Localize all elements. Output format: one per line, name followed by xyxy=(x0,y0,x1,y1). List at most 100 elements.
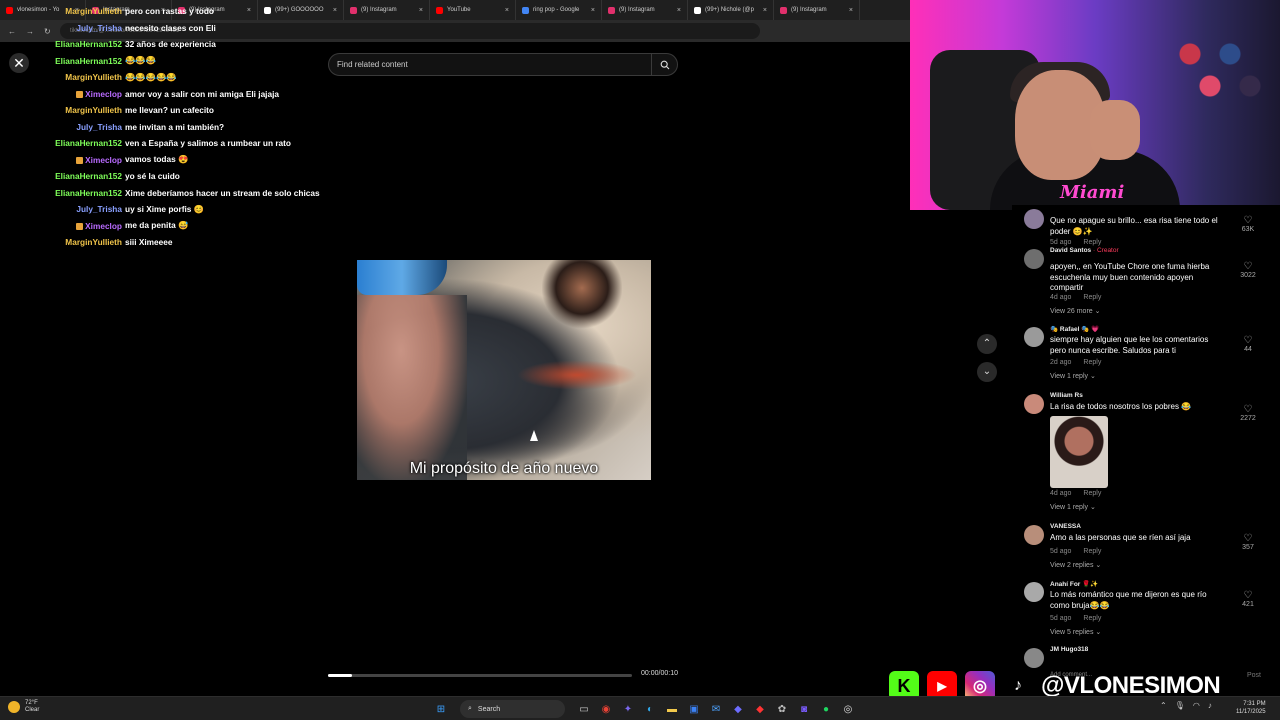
close-tab-icon[interactable]: × xyxy=(763,7,767,14)
chat-username[interactable]: ElianaHernan152 xyxy=(0,39,125,49)
comment-author[interactable]: VANESSA xyxy=(1050,523,1081,530)
search-input[interactable]: Find related content xyxy=(328,53,678,76)
chat-text: me llevan? un cafecito xyxy=(125,105,214,116)
avatar[interactable] xyxy=(1024,582,1044,602)
chat-username[interactable]: MarginYullieth xyxy=(0,105,125,115)
app-icon-3[interactable]: ◎ xyxy=(839,700,857,718)
chat-text: 32 años de experiencia xyxy=(125,39,216,50)
browser-tab[interactable]: (9) Instagram × xyxy=(602,0,688,20)
comment-author[interactable]: JM Hugo318 xyxy=(1050,646,1088,653)
view-replies-button[interactable]: View 26 more ⌄ xyxy=(1050,307,1100,315)
reply-button[interactable]: Reply xyxy=(1083,239,1101,246)
previous-video-button[interactable]: ⌃ xyxy=(977,334,997,354)
close-tab-icon[interactable]: × xyxy=(505,7,509,14)
comment-author[interactable]: David Santos · Creator xyxy=(1050,247,1119,254)
next-video-button[interactable]: ⌄ xyxy=(977,362,997,382)
chat-username[interactable]: MarginYullieth xyxy=(0,237,125,247)
chat-username[interactable]: ElianaHernan152 xyxy=(0,188,125,198)
copilot-icon[interactable]: ✦ xyxy=(619,700,637,718)
reply-button[interactable]: Reply xyxy=(1083,359,1101,366)
wifi-icon[interactable]: ◠ xyxy=(1193,701,1200,710)
browser-tab[interactable]: (99+) Nichole (@p × xyxy=(688,0,774,20)
avatar[interactable] xyxy=(1024,327,1044,347)
like-button[interactable]: ♡ 63K xyxy=(1240,215,1256,233)
mic-icon[interactable]: 🎙 xyxy=(1175,701,1185,710)
like-button[interactable]: ♡ 421 xyxy=(1240,590,1256,608)
chat-text: me da penita 😅 xyxy=(125,220,189,231)
avatar[interactable] xyxy=(1024,394,1044,414)
heart-icon: ♡ xyxy=(1243,404,1253,415)
comment-age: 4d ago xyxy=(1050,294,1072,301)
browser-tab[interactable]: ring pop - Google × xyxy=(516,0,602,20)
chat-username[interactable]: ElianaHernan152 xyxy=(0,56,125,66)
browser-tab[interactable]: YouTube × xyxy=(430,0,516,20)
chat-username[interactable]: MarginYullieth xyxy=(0,72,125,82)
video-progress-bar[interactable] xyxy=(328,674,632,677)
search-icon[interactable] xyxy=(651,54,677,75)
avatar[interactable] xyxy=(1024,209,1044,229)
close-tab-icon[interactable]: × xyxy=(591,7,595,14)
chat-username[interactable]: Ximeclop xyxy=(0,221,125,231)
close-tab-icon[interactable]: × xyxy=(849,7,853,14)
avatar[interactable] xyxy=(1024,525,1044,545)
weather-widget[interactable]: 72°F Clear xyxy=(8,700,39,714)
chevron-up-icon[interactable]: ⌃ xyxy=(1160,701,1167,710)
reply-button[interactable]: Reply xyxy=(1083,548,1101,555)
chat-username-text: MarginYullieth xyxy=(65,105,122,116)
like-button[interactable]: ♡ 44 xyxy=(1240,335,1256,353)
avatar[interactable] xyxy=(1024,648,1044,668)
browser-tab[interactable]: (9) Instagram × xyxy=(774,0,860,20)
chat-text: yo sé la cuido xyxy=(125,171,180,182)
close-tab-icon[interactable]: × xyxy=(419,7,423,14)
chat-username[interactable]: ElianaHernan152 xyxy=(0,138,125,148)
taskbar-search-label: Search xyxy=(477,705,501,713)
volume-icon[interactable]: ♪ xyxy=(1208,701,1212,710)
chrome-icon[interactable]: ◉ xyxy=(597,700,615,718)
comment-author[interactable]: 🎭 Rafael 🎭 💗 xyxy=(1050,325,1099,333)
avatar[interactable] xyxy=(1024,249,1044,269)
like-button[interactable]: ♡ 3022 xyxy=(1240,261,1256,279)
app-icon-2[interactable]: ✿ xyxy=(773,700,791,718)
mail-icon[interactable]: ✉ xyxy=(707,700,725,718)
view-replies-button[interactable]: View 1 reply ⌄ xyxy=(1050,503,1096,511)
view-replies-button[interactable]: View 1 reply ⌄ xyxy=(1050,372,1096,380)
tab-label: YouTube xyxy=(447,7,471,13)
video-player[interactable]: Mi propósito de año nuevo xyxy=(357,260,651,480)
cap-wall xyxy=(1170,30,1270,110)
chat-username-text: Ximeclop xyxy=(85,88,122,99)
file-explorer-icon[interactable]: ▬ xyxy=(663,700,681,718)
chat-text: 😂😂😂 xyxy=(125,55,156,66)
spotify-icon[interactable]: ● xyxy=(817,700,835,718)
taskbar-clock[interactable]: 7:31 PM 11/17/2025 xyxy=(1236,700,1266,716)
view-replies-button[interactable]: View 5 replies ⌄ xyxy=(1050,628,1101,636)
like-button[interactable]: ♡ 357 xyxy=(1240,533,1256,551)
heart-icon: ♡ xyxy=(1243,335,1253,346)
discord-icon[interactable]: ◙ xyxy=(795,700,813,718)
taskbar-search[interactable]: ⌕ Search xyxy=(460,700,565,718)
chat-username[interactable]: Ximeclop xyxy=(0,89,125,99)
view-replies-button[interactable]: View 2 replies ⌄ xyxy=(1050,561,1101,569)
chat-username[interactable]: Ximeclop xyxy=(0,155,125,165)
reply-button[interactable]: Reply xyxy=(1083,490,1101,497)
reply-button[interactable]: Reply xyxy=(1083,615,1101,622)
like-button[interactable]: ♡ 2272 xyxy=(1240,404,1256,422)
comment-meta: 4d ago Reply xyxy=(1050,294,1101,301)
chat-username[interactable]: July_Trisha xyxy=(0,122,125,132)
tab-label: (99+) Nichole (@p xyxy=(705,7,754,13)
app-icon[interactable]: ◆ xyxy=(729,700,747,718)
close-tab-icon[interactable]: × xyxy=(677,7,681,14)
task-view-icon[interactable]: ▭ xyxy=(575,700,593,718)
obs-icon[interactable]: ◆ xyxy=(751,700,769,718)
chat-username[interactable]: July_Trisha xyxy=(0,204,125,214)
windows-start-icon[interactable]: ⊞ xyxy=(432,700,450,718)
chat-username[interactable]: MarginYullieth xyxy=(0,6,125,16)
comment-author[interactable]: William Rs xyxy=(1050,392,1083,399)
store-icon[interactable]: ▣ xyxy=(685,700,703,718)
reply-button[interactable]: Reply xyxy=(1083,294,1101,301)
chat-username[interactable]: July_Trisha xyxy=(0,23,125,33)
comment-image[interactable] xyxy=(1050,416,1108,488)
comment-age: 5d ago xyxy=(1050,239,1072,246)
comment-author[interactable]: Anahí For 🌹✨ xyxy=(1050,580,1098,588)
edge-icon[interactable]: ◐ xyxy=(641,700,659,718)
chat-username[interactable]: ElianaHernan152 xyxy=(0,171,125,181)
